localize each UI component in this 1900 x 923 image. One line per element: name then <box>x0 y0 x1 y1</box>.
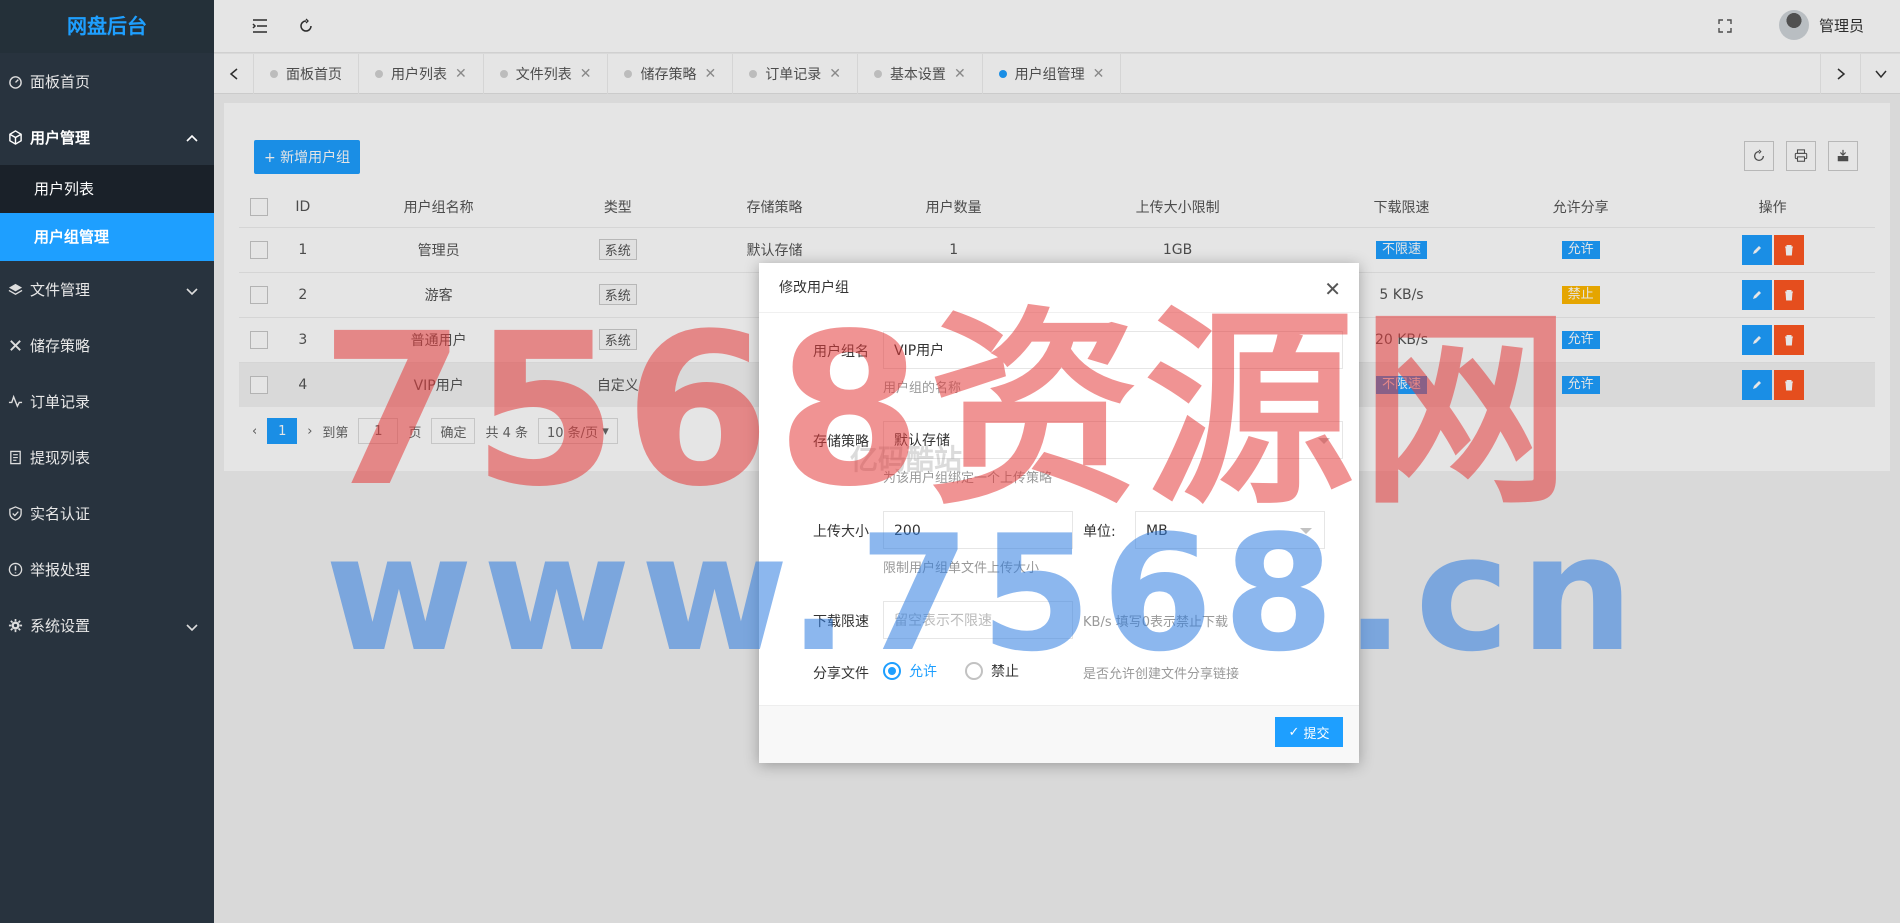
sidebar-item-withdrawals[interactable]: 提现列表 <box>0 429 214 485</box>
sidebar-item-user-groups[interactable]: 用户组管理 <box>0 213 214 261</box>
sidebar-item-verification[interactable]: 实名认证 <box>0 485 214 541</box>
dashboard-icon <box>6 72 24 90</box>
sidebar-item-user-list[interactable]: 用户列表 <box>0 165 214 213</box>
sidebar-item-label: 举报处理 <box>30 560 91 579</box>
sidebar-item-label: 订单记录 <box>30 392 91 411</box>
sidebar-item-label: 文件管理 <box>30 280 91 299</box>
brand-title[interactable]: 网盘后台 <box>0 0 214 53</box>
sidebar-item-user-management[interactable]: 用户管理 <box>0 109 214 165</box>
submit-button[interactable]: ✓ 提交 <box>1275 717 1343 747</box>
sidebar-item-label: 实名认证 <box>30 504 91 523</box>
layers-icon <box>6 280 24 298</box>
sidebar-item-dashboard[interactable]: 面板首页 <box>0 53 214 109</box>
chevron-up-icon <box>186 131 198 149</box>
gear-icon <box>6 616 24 634</box>
chevron-down-icon <box>186 283 198 301</box>
chevron-down-icon <box>186 619 198 637</box>
sidebar-item-orders[interactable]: 订单记录 <box>0 373 214 429</box>
submit-label: 提交 <box>1303 726 1330 742</box>
sidebar-item-label: 系统设置 <box>30 616 91 635</box>
tools-icon <box>6 336 24 354</box>
watermark-url: www.7568.cn <box>325 500 1644 687</box>
sidebar: 网盘后台 面板首页 用户管理 用户列表 用户组管理 文件管理 储存策略 订单记录… <box>0 0 214 923</box>
sidebar-item-label: 面板首页 <box>30 72 91 91</box>
sidebar-item-files[interactable]: 文件管理 <box>0 261 214 317</box>
sidebar-item-storage[interactable]: 储存策略 <box>0 317 214 373</box>
check-icon: ✓ <box>1288 724 1300 740</box>
activity-icon <box>6 392 24 410</box>
cube-icon <box>6 128 24 146</box>
watermark-text: 7568资源网 <box>320 288 1577 533</box>
sidebar-item-label: 储存策略 <box>30 336 91 355</box>
dialog-footer: ✓ 提交 <box>759 705 1359 763</box>
sidebar-item-settings[interactable]: 系统设置 <box>0 597 214 653</box>
list-icon <box>6 448 24 466</box>
user-submenu: 用户列表 用户组管理 <box>0 165 214 261</box>
sidebar-item-reports[interactable]: 举报处理 <box>0 541 214 597</box>
sidebar-item-label: 提现列表 <box>30 448 91 467</box>
alert-icon <box>6 560 24 578</box>
sidebar-item-label: 用户管理 <box>30 128 91 147</box>
shield-icon <box>6 504 24 522</box>
